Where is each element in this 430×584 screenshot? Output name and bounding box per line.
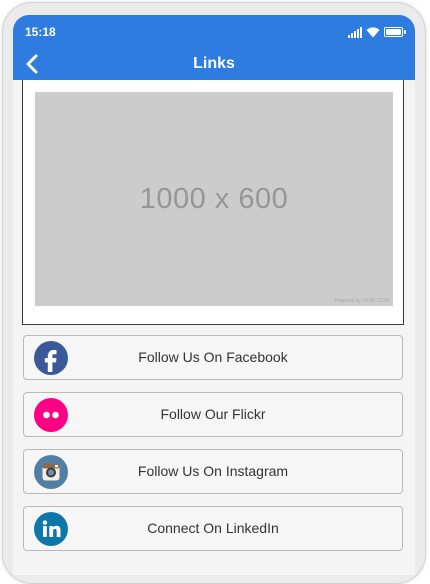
wifi-icon (366, 27, 380, 38)
app-header: Links (13, 47, 415, 80)
instagram-link-button[interactable]: Follow Us On Instagram (23, 449, 403, 494)
page-title: Links (193, 54, 235, 72)
flickr-link-label: Follow Our Flickr (160, 406, 266, 422)
back-button[interactable] (19, 51, 45, 77)
facebook-link-label: Follow Us On Facebook (138, 349, 288, 365)
banner-image: 1000 x 600 Powered by HTML.COM (35, 92, 393, 306)
linkedin-link-button[interactable]: Connect On LinkedIn (23, 506, 403, 551)
placeholder-credit: Powered by HTML.COM (334, 298, 389, 304)
banner-card: 1000 x 600 Powered by HTML.COM (22, 80, 404, 325)
app-screen: 15:18 Links 1000 x 600 Powered by HTML.C… (13, 15, 415, 575)
flickr-link-button[interactable]: Follow Our Flickr (23, 392, 403, 437)
facebook-link-button[interactable]: Follow Us On Facebook (23, 335, 403, 380)
status-time: 15:18 (25, 25, 56, 39)
status-bar: 15:18 (13, 15, 415, 47)
placeholder-dimensions: 1000 x 600 (139, 182, 289, 215)
signal-icon (348, 27, 362, 38)
battery-icon (384, 27, 406, 37)
chevron-left-icon (26, 54, 38, 74)
status-icons (348, 24, 406, 38)
linkedin-link-label: Connect On LinkedIn (147, 520, 279, 536)
instagram-link-label: Follow Us On Instagram (137, 463, 289, 479)
